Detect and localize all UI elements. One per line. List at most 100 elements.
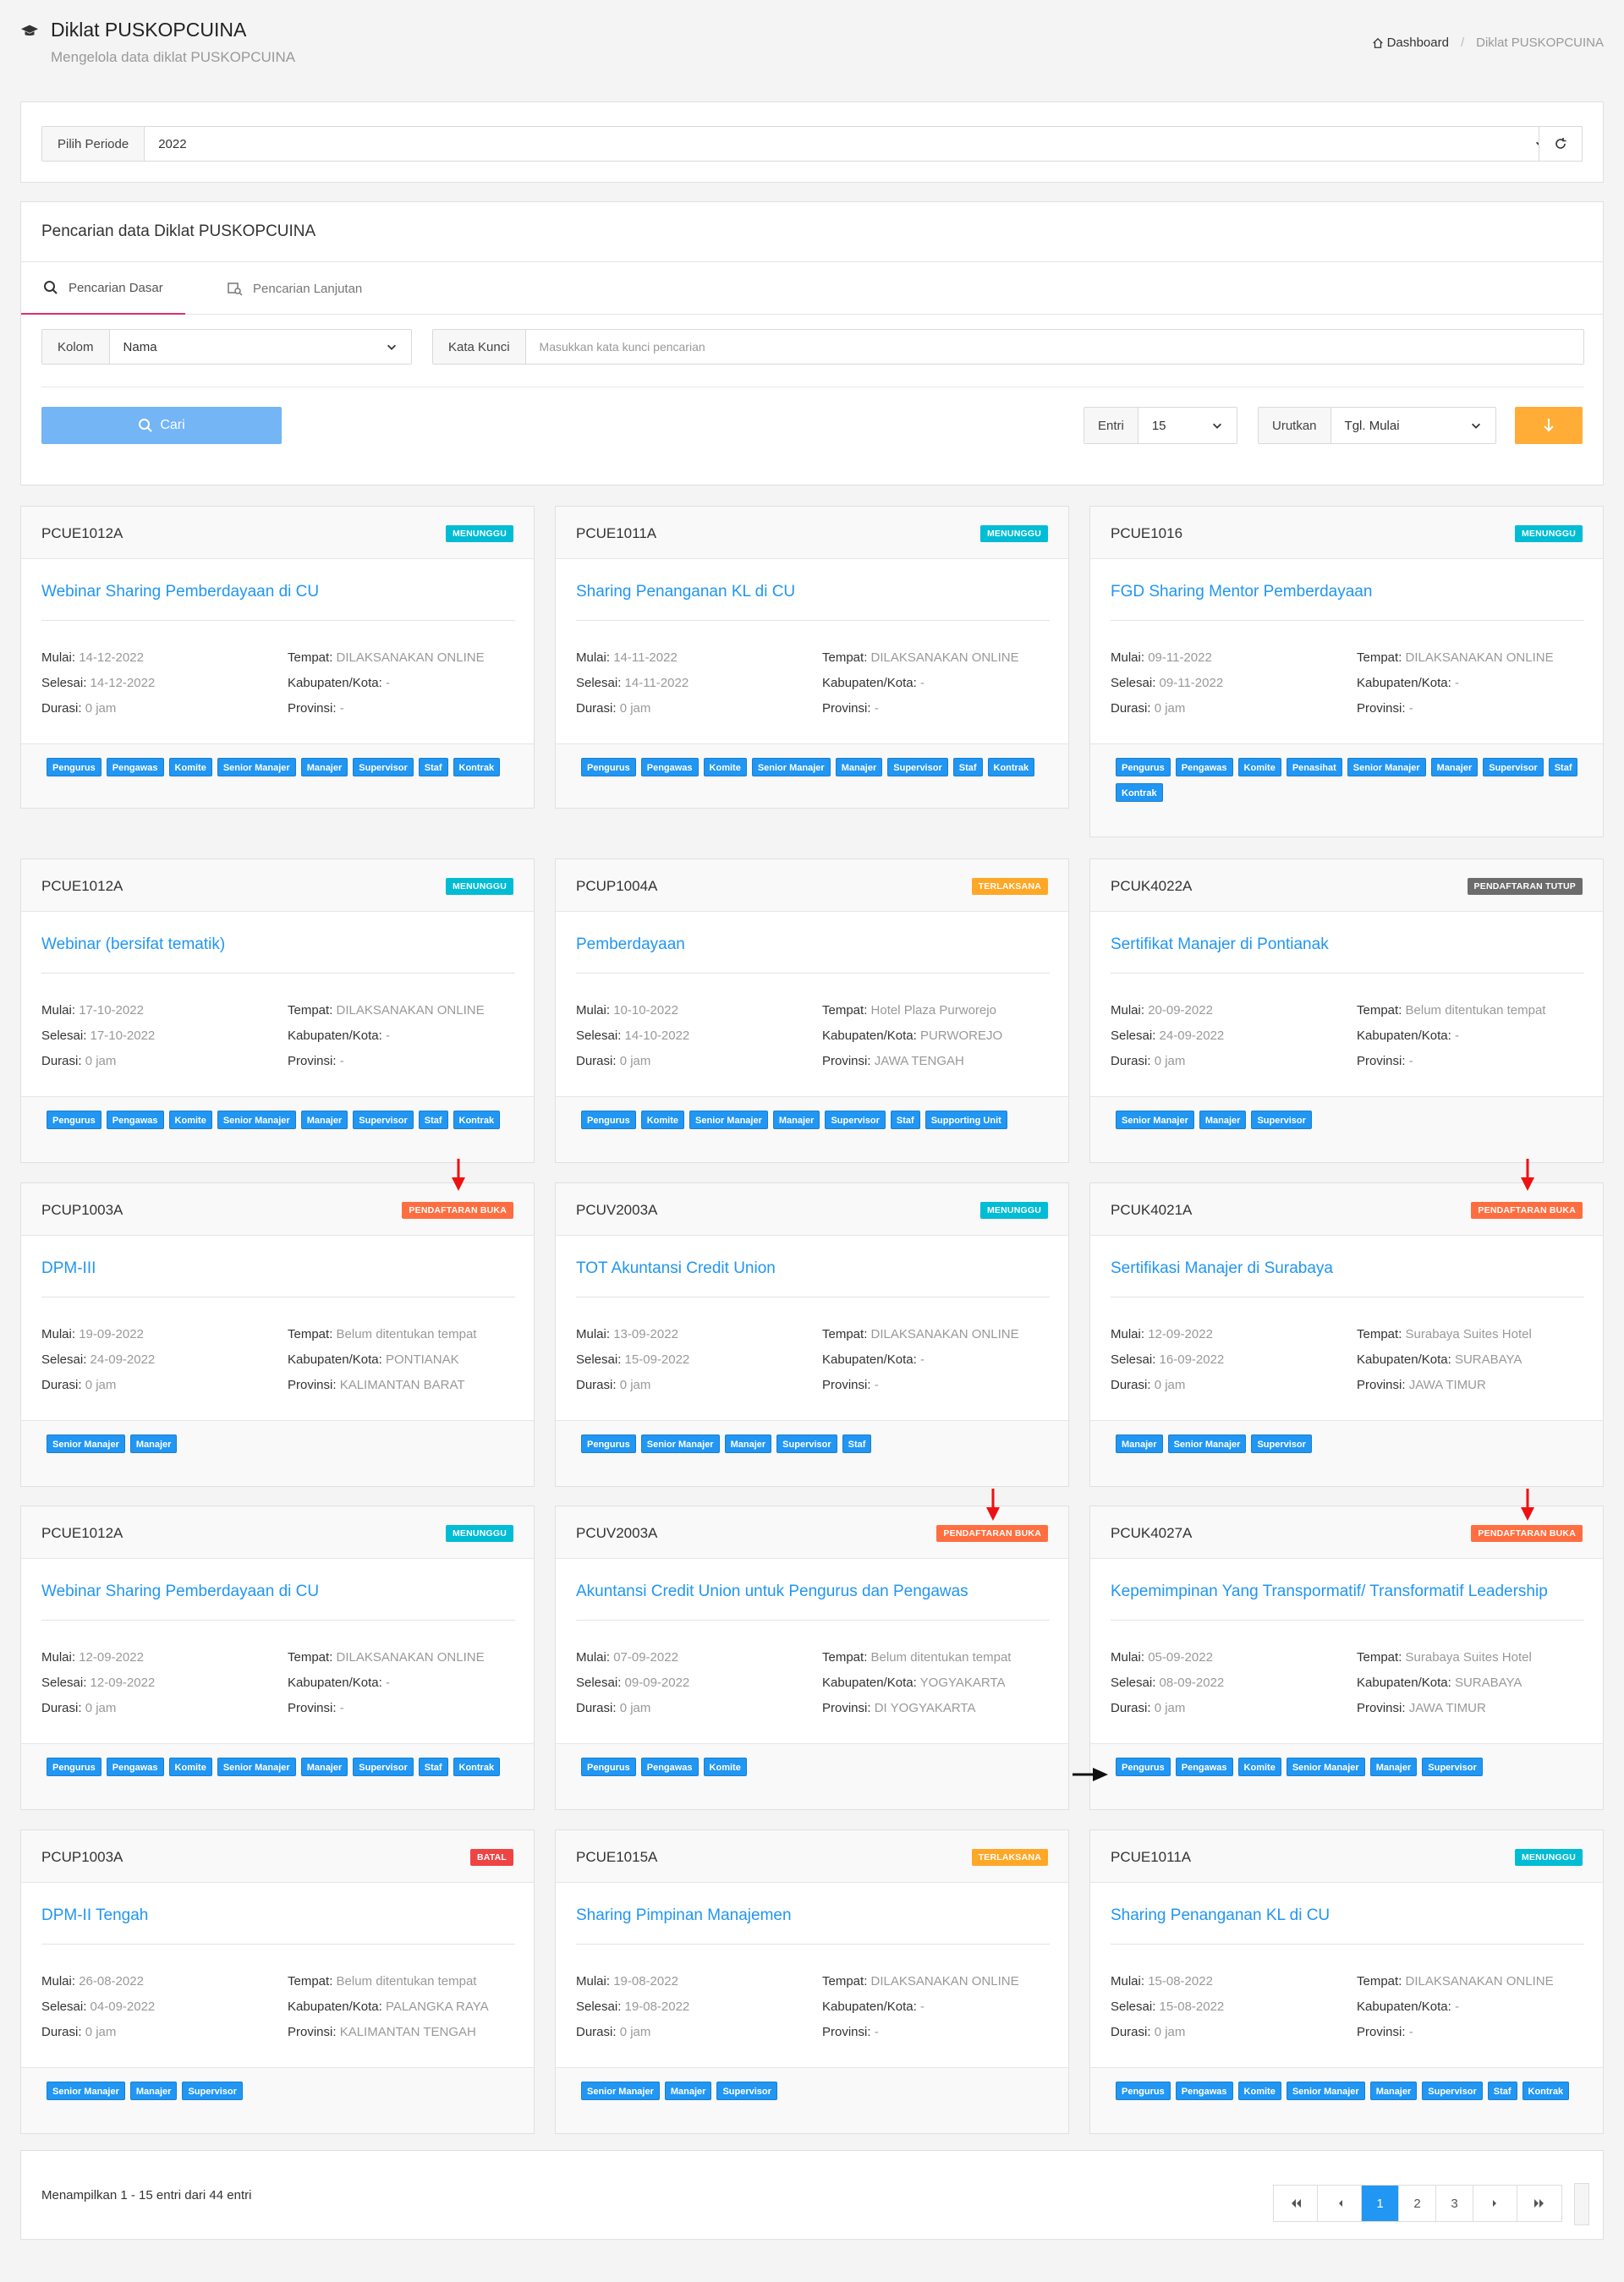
target-tag: Pengurus (581, 758, 636, 776)
tempat-value: Belum ditentukan tempat (870, 1650, 1012, 1665)
card-header: PCUE1011A MENUNGGU (556, 507, 1068, 559)
double-chevron-left-icon (1291, 2199, 1301, 2208)
diklat-card[interactable]: PCUK4021A PENDAFTARAN BUKA Sertifikasi Man… (1089, 1182, 1604, 1487)
kabupaten-field: Kabupaten/Kota: PALANGKA RAYA (288, 1999, 489, 2014)
tab-pencarian-lanjutan[interactable]: Pencarian Lanjutan (209, 262, 381, 315)
diklat-card[interactable]: PCUV2003A PENDAFTARAN BUKA Akuntansi Credi… (555, 1506, 1069, 1810)
selesai-field: Selesai: 04-09-2022 (41, 1999, 155, 2014)
breadcrumb-home-label[interactable]: Dashboard (1387, 36, 1449, 50)
tempat-value: Belum ditentukan tempat (1405, 1003, 1546, 1018)
status-badge: MENUNGGU (1514, 1849, 1583, 1866)
scroll-spinner[interactable] (1574, 2183, 1589, 2225)
card-code: PCUP1003A (41, 1849, 123, 1865)
selesai-value: 12-09-2022 (90, 1676, 156, 1690)
refresh-button[interactable] (1539, 126, 1583, 162)
periode-panel: Pilih Periode 2022 (20, 101, 1604, 183)
advanced-search-icon (228, 283, 243, 296)
target-tag: Supervisor (353, 1758, 414, 1776)
target-tag: Pengurus (581, 1758, 636, 1776)
tempat-value: Hotel Plaza Purworejo (870, 1003, 996, 1018)
cari-button[interactable]: Cari (41, 407, 282, 444)
tempat-value: Surabaya Suites Hotel (1405, 1327, 1532, 1341)
kata-kunci-input[interactable]: Masukkan kata kunci pencarian (526, 330, 1583, 364)
kolom-select[interactable]: Nama (110, 330, 411, 364)
card-title-link[interactable]: Webinar Sharing Pemberdayaan di CU (41, 583, 319, 601)
provinsi-value: - (874, 1378, 879, 1392)
card-title-link[interactable]: DPM-III (41, 1259, 96, 1278)
mulai-label: Mulai: (576, 1650, 611, 1665)
diklat-card[interactable]: PCUK4022A PENDAFTARAN TUTUP Sertifikat Man… (1089, 858, 1604, 1163)
card-title-link[interactable]: Webinar Sharing Pemberdayaan di CU (41, 1583, 319, 1601)
durasi-value: 0 jam (1154, 1378, 1186, 1392)
card-title-link[interactable]: Sertifikat Manajer di Pontianak (1111, 935, 1329, 954)
card-title-link[interactable]: Webinar (bersifat tematik) (41, 935, 225, 954)
diklat-card[interactable]: PCUE1016 MENUNGGU FGD Sharing Mentor Pembe… (1089, 506, 1604, 837)
card-title-link[interactable]: Pemberdayaan (576, 935, 685, 954)
card-title-link[interactable]: Sertifikasi Manajer di Surabaya (1111, 1259, 1333, 1278)
diklat-card[interactable]: PCUE1012A MENUNGGU Webinar Sharing Pemberd… (20, 1506, 535, 1810)
card-footer-tags: Pengurus Pengawas Komite Senior Manajer Mana… (1090, 1743, 1603, 1809)
durasi-field: Durasi: 0 jam (576, 1701, 650, 1715)
prev-page-button[interactable] (1318, 2186, 1362, 2221)
sort-direction-button[interactable] (1515, 407, 1583, 444)
page-3-button[interactable]: 3 (1436, 2186, 1473, 2221)
entri-select[interactable]: 15 (1138, 408, 1237, 443)
card-header: PCUE1012A MENUNGGU (21, 507, 534, 559)
target-tag: Komite (168, 1111, 212, 1129)
card-title-link[interactable]: DPM-II Tengah (41, 1906, 148, 1925)
card-header: PCUK4022A PENDAFTARAN TUTUP (1090, 859, 1603, 912)
durasi-label: Durasi: (41, 1054, 82, 1068)
selesai-label: Selesai: (576, 1352, 622, 1367)
card-title-link[interactable]: FGD Sharing Mentor Pemberdayaan (1111, 583, 1372, 601)
diklat-card[interactable]: PCUE1011A MENUNGGU Sharing Penanganan KL d… (1089, 1829, 1604, 2134)
provinsi-field: Provinsi: - (822, 701, 879, 716)
provinsi-value: - (339, 1701, 344, 1715)
next-page-button[interactable] (1473, 2186, 1517, 2221)
kabupaten-label: Kabupaten/Kota: (1357, 1999, 1451, 2014)
entri-label: Entri (1084, 408, 1138, 443)
first-page-button[interactable] (1274, 2186, 1318, 2221)
provinsi-label: Provinsi: (288, 2025, 337, 2039)
card-title-link[interactable]: Sharing Pimpinan Manajemen (576, 1906, 792, 1925)
card-title-link[interactable]: Sharing Penanganan KL di CU (576, 583, 795, 601)
diklat-card[interactable]: PCUK4027A PENDAFTARAN BUKA Kepemimpinan Ya… (1089, 1506, 1604, 1810)
target-tag: Pengurus (581, 1434, 636, 1453)
kabupaten-field: Kabupaten/Kota: PONTIANAK (288, 1352, 459, 1367)
entri-value: 15 (1151, 418, 1166, 433)
chevron-right-icon (1492, 2200, 1496, 2207)
card-footer-tags: Senior Manajer Manajer Supervisor (1090, 1096, 1603, 1162)
last-page-button[interactable] (1517, 2186, 1561, 2221)
tempat-field: Tempat: DILAKSANAKAN ONLINE (1357, 1974, 1554, 1989)
mulai-label: Mulai: (1111, 1003, 1145, 1018)
target-tag: Manajer (1369, 2082, 1418, 2100)
diklat-card[interactable]: PCUE1011A MENUNGGU Sharing Penanganan KL d… (555, 506, 1069, 809)
card-title-link[interactable]: Kepemimpinan Yang Transpormatif/ Transfo… (1111, 1583, 1548, 1601)
target-tag: Staf (890, 1111, 920, 1129)
diklat-card[interactable]: PCUP1004A TERLAKSANA Pemberdayaan Mulai: 10… (555, 858, 1069, 1163)
card-title-link[interactable]: TOT Akuntansi Credit Union (576, 1259, 776, 1278)
diklat-card[interactable]: PCUV2003A MENUNGGU TOT Akuntansi Credit Un… (555, 1182, 1069, 1487)
breadcrumb-home[interactable]: Dashboard (1372, 36, 1449, 50)
durasi-field: Durasi: 0 jam (41, 701, 116, 716)
card-title-link[interactable]: Sharing Penanganan KL di CU (1111, 1906, 1330, 1925)
page-1-button[interactable]: 1 (1362, 2186, 1399, 2221)
tab-pencarian-dasar[interactable]: Pencarian Dasar (21, 262, 185, 315)
tempat-field: Tempat: Belum ditentukan tempat (1357, 1003, 1545, 1018)
tempat-field: Tempat: DILAKSANAKAN ONLINE (822, 1974, 1019, 1989)
periode-select[interactable]: 2022 (145, 127, 1560, 161)
diklat-card[interactable]: PCUP1003A BATAL DPM-II Tengah Mulai: 26-08-… (20, 1829, 535, 2134)
durasi-label: Durasi: (41, 1701, 82, 1715)
diklat-card[interactable]: PCUE1015A TERLAKSANA Sharing Pimpinan Mana… (555, 1829, 1069, 2134)
diklat-card[interactable]: PCUE1012A MENUNGGU Webinar Sharing Pemberd… (20, 506, 535, 809)
tempat-value: DILAKSANAKAN ONLINE (336, 1650, 485, 1665)
target-tag: Supervisor (1251, 1434, 1312, 1453)
kabupaten-label: Kabupaten/Kota: (288, 1352, 382, 1367)
kabupaten-value: PURWOREJO (919, 1029, 1003, 1043)
urutkan-select[interactable]: Tgl. Mulai (1331, 408, 1495, 443)
divider (1111, 973, 1584, 974)
page-2-button[interactable]: 2 (1399, 2186, 1436, 2221)
card-title-link[interactable]: Akuntansi Credit Union untuk Pengurus da… (576, 1583, 968, 1601)
diklat-card[interactable]: PCUE1012A MENUNGGU Webinar (bersifat temat… (20, 858, 535, 1163)
kabupaten-value: - (1454, 1029, 1459, 1043)
diklat-card[interactable]: PCUP1003A PENDAFTARAN BUKA DPM-III Mulai: 1… (20, 1182, 535, 1487)
